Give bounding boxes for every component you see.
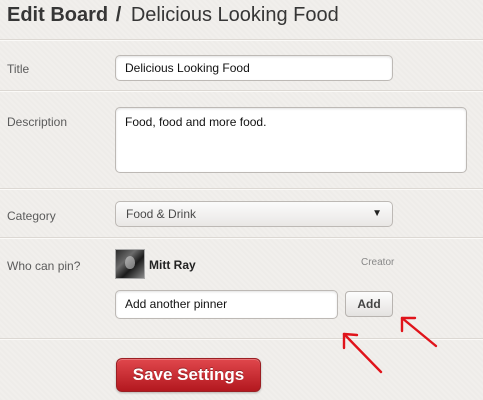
- red-arrow-icon: [400, 316, 438, 348]
- red-arrow-icon: [342, 332, 383, 374]
- annotation-arrows: [342, 316, 438, 374]
